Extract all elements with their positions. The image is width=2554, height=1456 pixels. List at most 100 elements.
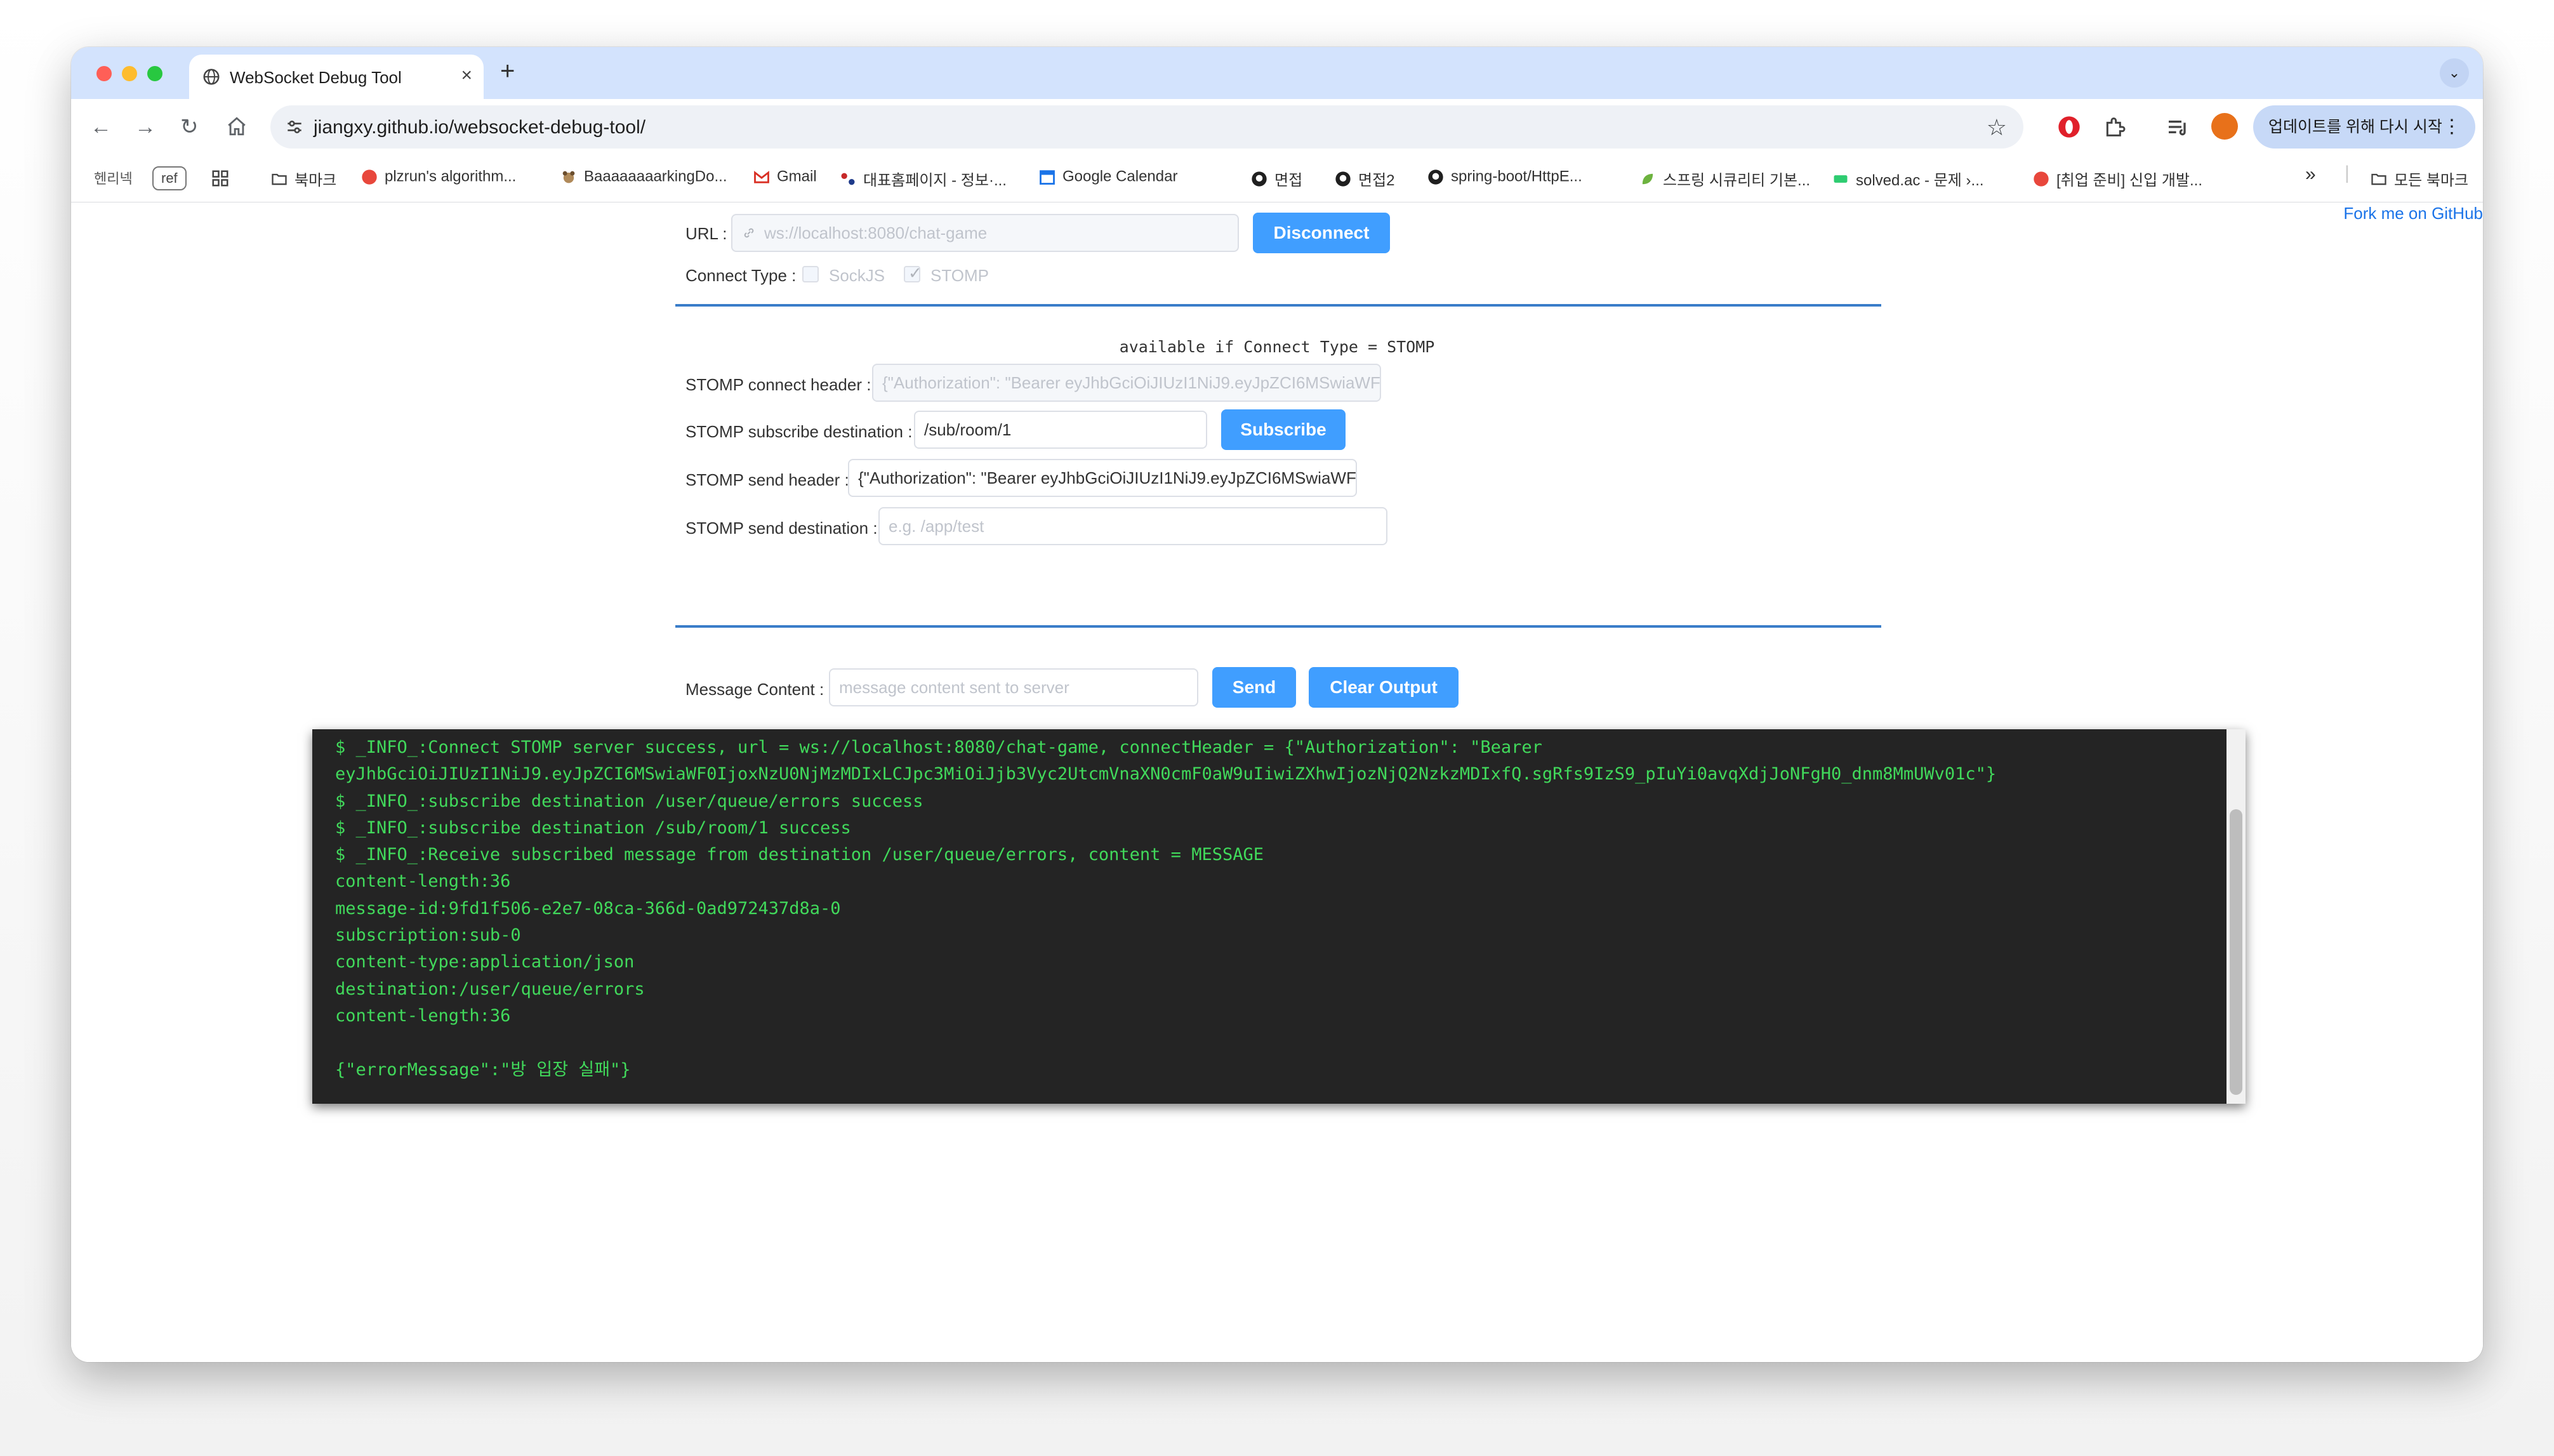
reload-icon[interactable]: ↻	[180, 114, 199, 140]
stomp-send-destination-input[interactable]: e.g. /app/test	[878, 507, 1387, 545]
page-content: Fork me on GitHub URL : ws://localhost:8…	[71, 202, 2483, 1362]
minimize-window-button[interactable]	[122, 66, 137, 81]
back-arrow-icon[interactable]: ←	[90, 114, 112, 140]
clear-output-button[interactable]: Clear Output	[1309, 667, 1459, 708]
console-line: content-length:36	[335, 871, 511, 892]
home-icon[interactable]	[226, 116, 248, 137]
console-line: $ _INFO_:Connect STOMP server success, u…	[335, 738, 1542, 757]
console-scrollbar[interactable]	[2226, 729, 2246, 1104]
bookmark-chip-ref[interactable]: ref	[152, 166, 187, 190]
link-icon	[744, 228, 754, 238]
browser-tab[interactable]: WebSocket Debug Tool ×	[189, 55, 484, 99]
bookmark-label: spring-boot/HttpE...	[1451, 168, 1582, 185]
bookmark-item[interactable]: spring-boot/HttpE...	[1427, 168, 1582, 186]
tistory-icon	[362, 169, 377, 185]
stomp-label: STOMP	[930, 266, 989, 285]
bookmark-item[interactable]: 북마크	[270, 168, 336, 190]
bookmark-item[interactable]: solved.ac - 문제 ›...	[1832, 168, 1984, 190]
update-restart-button[interactable]: 업데이트를 위해 다시 시작 ⋮	[2253, 105, 2475, 149]
site-settings-icon[interactable]	[284, 117, 305, 137]
stomp-connect-header-label: STOMP connect header :	[685, 375, 871, 394]
console-line: subscription:sub-0	[335, 925, 521, 946]
apps-grid-icon[interactable]	[211, 169, 230, 188]
dog-icon	[562, 171, 575, 183]
stomp-send-destination-label: STOMP send destination :	[685, 519, 878, 538]
bookmark-item[interactable]: BaaaaaaaarkingDo...	[560, 168, 727, 186]
stomp-subscribe-destination-label: STOMP subscribe destination :	[685, 422, 913, 441]
bookmark-label: plzrun's algorithm...	[385, 168, 517, 185]
leaf-icon	[1642, 173, 1653, 184]
solvedac-icon	[1834, 175, 1848, 183]
bookmarks-separator: |	[2345, 162, 2350, 183]
github-icon	[1335, 171, 1351, 187]
bookmark-label: 면접2	[1358, 172, 1395, 189]
checkmark-icon: ✓	[908, 263, 922, 282]
disconnect-button[interactable]: Disconnect	[1253, 213, 1390, 253]
profile-avatar[interactable]	[2211, 113, 2238, 140]
bookmark-star-icon[interactable]: ☆	[1987, 114, 2007, 141]
stomp-send-header-label: STOMP send header :	[685, 470, 849, 489]
all-bookmarks-label: 모든 북마크	[2394, 172, 2469, 189]
url-input[interactable]: ws://localhost:8080/chat-game	[731, 214, 1239, 252]
url-label: URL :	[685, 224, 727, 243]
stomp-send-header-input[interactable]: {"Authorization": "Bearer eyJhbGciOiJIUz…	[848, 459, 1357, 497]
update-restart-label: 업데이트를 위해 다시 시작	[2268, 118, 2442, 136]
console-line: $ _INFO_:Receive subscribed message from…	[335, 845, 1264, 865]
stomp-checkbox[interactable]: ✓	[904, 263, 922, 282]
all-bookmarks-button[interactable]: 모든 북마크	[2370, 168, 2468, 190]
console-line: content-type:application/json	[335, 952, 635, 972]
bookmark-item[interactable]: plzrun's algorithm...	[361, 168, 516, 186]
console-line: $ _INFO_:subscribe destination /sub/room…	[335, 817, 851, 838]
stomp-subscribe-destination-input[interactable]: /sub/room/1	[914, 411, 1207, 449]
console-scrollbar-thumb[interactable]	[2230, 809, 2242, 1095]
new-tab-button[interactable]: +	[500, 58, 515, 84]
bookmark-label: BaaaaaaaarkingDo...	[584, 168, 727, 185]
bookmarks-bar: 헨리넥 ref 북마크 plzrun's algorithm... Baaaaa…	[71, 156, 2483, 202]
bookmark-item[interactable]: Gmail	[753, 168, 817, 186]
browser-toolbar: ← → ↻ jiangxy.github.io/websocket-debug-…	[71, 99, 2483, 156]
extensions-puzzle-icon[interactable]	[2102, 114, 2127, 140]
connect-type-label: Connect Type :	[685, 266, 797, 285]
bookmark-item[interactable]: [취업 준비] 신입 개발...	[2032, 168, 2202, 190]
tab-close-icon[interactable]: ×	[461, 65, 472, 86]
tistory-icon	[2034, 171, 2049, 187]
more-bookmarks-chevron-icon[interactable]: »	[2305, 164, 2316, 185]
bookmark-item[interactable]: 면접2	[1334, 168, 1395, 190]
section-divider	[675, 625, 1881, 628]
sockjs-checkbox[interactable]	[802, 266, 819, 282]
bookmark-label: 면접	[1274, 172, 1303, 189]
bookmark-item[interactable]: 면접	[1250, 168, 1302, 190]
stomp-send-destination-placeholder: e.g. /app/test	[889, 517, 984, 536]
stomp-connect-header-input[interactable]: {"Authorization": "Bearer eyJhbGciOiJIUz…	[872, 364, 1381, 402]
subscribe-button[interactable]: Subscribe	[1221, 409, 1346, 450]
opera-extension-icon[interactable]	[2056, 114, 2082, 140]
bookmark-item[interactable]: 스프링 시큐리티 기본...	[1639, 168, 1810, 190]
url-text: jiangxy.github.io/websocket-debug-tool/	[314, 117, 646, 138]
bookmark-item[interactable]: 대표홈페이지 - 정보·...	[839, 168, 1007, 190]
bookmark-label: Google Calendar	[1062, 168, 1178, 185]
console-line: $ _INFO_:subscribe destination /user/que…	[335, 791, 923, 811]
console-line: destination:/user/queue/errors	[335, 979, 645, 999]
fork-me-on-github-link[interactable]: Fork me on GitHub	[2343, 204, 2483, 223]
bookmark-label: 스프링 시큐리티 기본...	[1663, 172, 1811, 189]
message-content-input[interactable]: message content sent to server	[829, 668, 1198, 706]
send-button[interactable]: Send	[1212, 667, 1296, 708]
bookmark-label: solved.ac - 문제 ›...	[1856, 172, 1984, 189]
bookmark-chip-henrynek[interactable]: 헨리넥	[94, 168, 133, 188]
github-icon	[1252, 171, 1267, 187]
bookmark-label: Gmail	[777, 168, 817, 185]
message-content-label: Message Content :	[685, 680, 824, 699]
more-menu-icon[interactable]: ⋮	[2442, 105, 2461, 149]
message-content-placeholder: message content sent to server	[839, 678, 1069, 697]
tab-search-button[interactable]: ⌄	[2440, 58, 2469, 88]
maximize-window-button[interactable]	[147, 66, 162, 81]
output-console[interactable]: $ _INFO_:Connect STOMP server success, u…	[312, 729, 2246, 1104]
close-window-button[interactable]	[96, 66, 112, 81]
reading-list-icon[interactable]	[2166, 114, 2191, 140]
address-bar[interactable]: jiangxy.github.io/websocket-debug-tool/ …	[270, 105, 2023, 149]
bookmark-item[interactable]: Google Calendar	[1038, 168, 1177, 186]
console-line: {"errorMessage":"방 입장 실패"}	[335, 1059, 631, 1080]
forward-arrow-icon[interactable]: →	[135, 114, 156, 140]
console-line: content-length:36	[335, 1005, 511, 1026]
